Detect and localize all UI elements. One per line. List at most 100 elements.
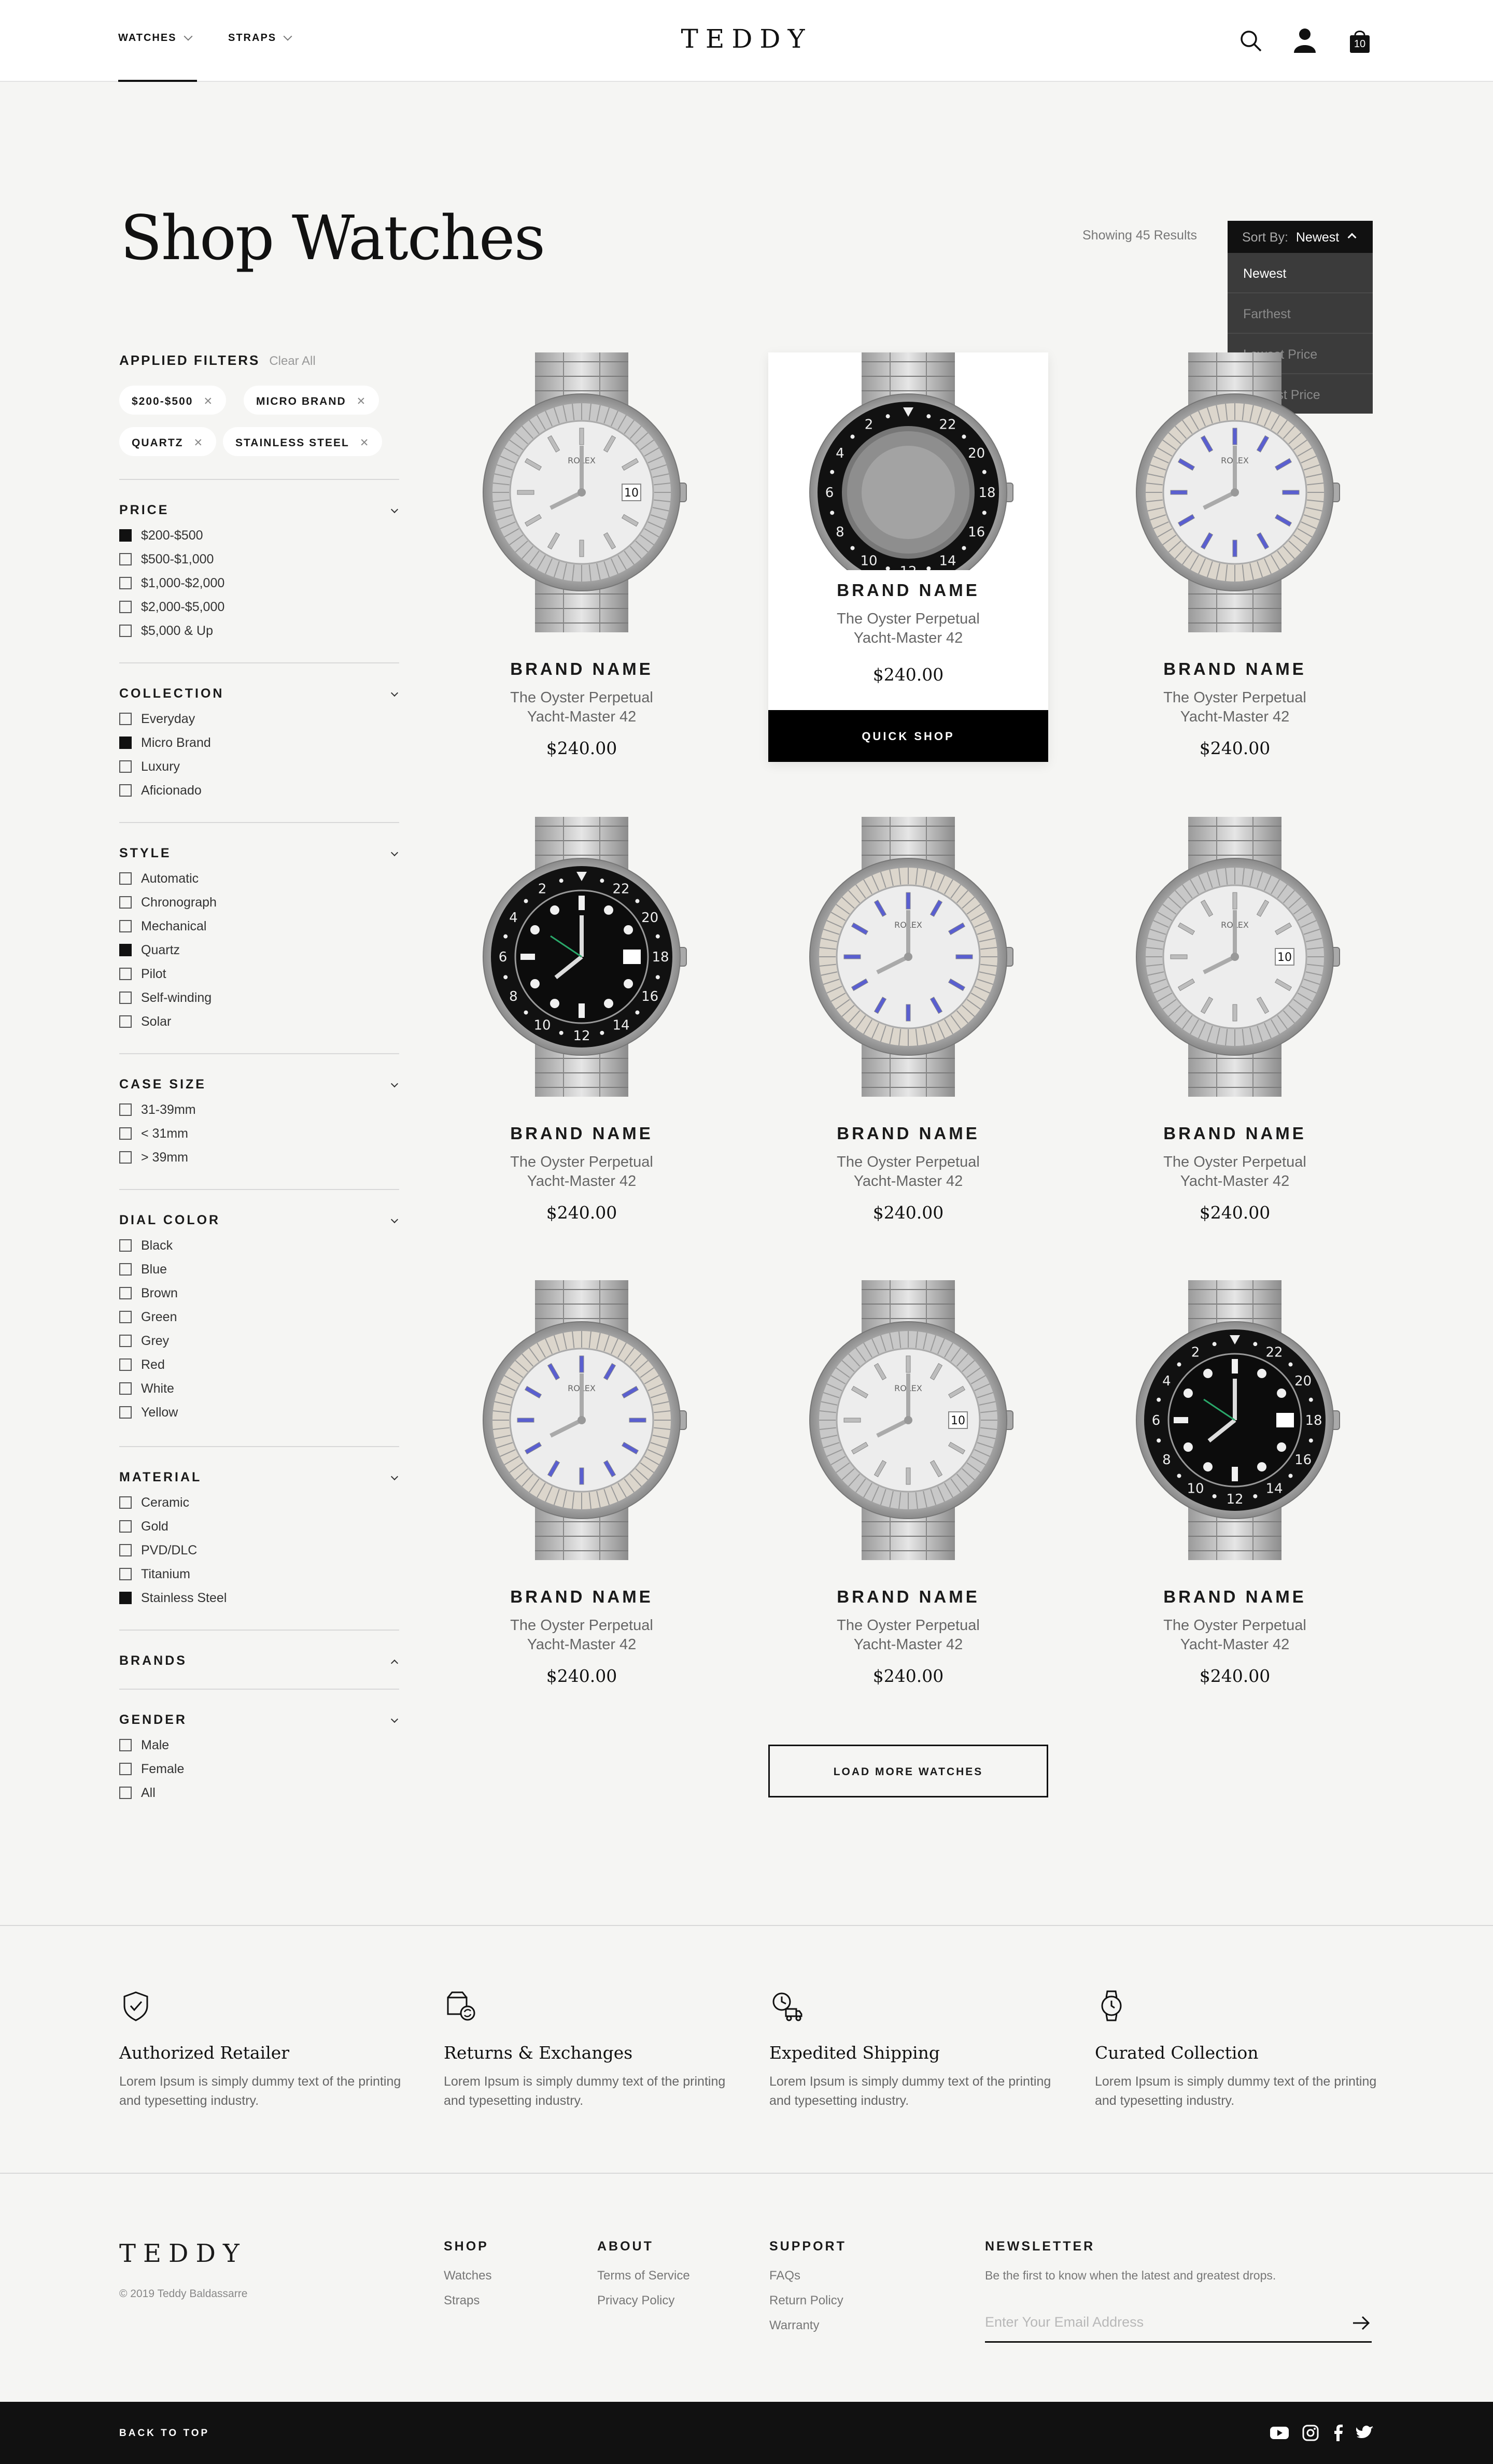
checkbox[interactable] — [119, 713, 132, 725]
checkbox[interactable] — [119, 601, 132, 613]
checkbox[interactable] — [119, 1568, 132, 1580]
checkbox[interactable] — [119, 1239, 132, 1252]
watch-image[interactable]: 22 20 18 16 14 12 10 8 6 4 2 — [1126, 1280, 1344, 1560]
checkbox[interactable] — [119, 1103, 132, 1116]
filter-chip[interactable]: MICRO BRAND ✕ — [244, 386, 379, 415]
sort-dropdown[interactable]: Sort By: Newest — [1228, 221, 1373, 253]
checkbox[interactable] — [119, 872, 132, 885]
checkbox[interactable] — [119, 944, 132, 956]
checkbox[interactable] — [119, 968, 132, 980]
watch-image[interactable]: 10ROLEX — [799, 1280, 1017, 1560]
footer-logo[interactable]: TEDDY — [119, 2239, 247, 2268]
product-card[interactable]: 22 20 18 16 14 12 10 8 6 4 2 BRAND NAME The Oyster P… — [442, 817, 722, 1226]
checkbox[interactable] — [119, 1739, 132, 1751]
product-card[interactable]: 22 20 18 16 14 12 10 8 6 4 2 BRAND NAME The Oyster P… — [768, 352, 1048, 762]
watch-image[interactable]: 10ROLEX — [473, 352, 691, 632]
filter-option[interactable]: Solar — [119, 1010, 399, 1033]
filter-option[interactable]: Chronograph — [119, 890, 399, 914]
clear-all-link[interactable]: Clear All — [269, 354, 315, 368]
checkbox[interactable] — [119, 920, 132, 932]
checkbox[interactable] — [119, 1763, 132, 1775]
filter-chip[interactable]: STAINLESS STEEL ✕ — [223, 427, 383, 456]
sort-option-newest[interactable]: Newest — [1228, 253, 1373, 293]
filter-option[interactable]: Mechanical — [119, 914, 399, 938]
checkbox[interactable] — [119, 1335, 132, 1347]
twitter-icon[interactable] — [1355, 2423, 1376, 2443]
filter-option[interactable]: Pilot — [119, 962, 399, 986]
filter-section-title[interactable]: COLLECTION — [119, 686, 399, 707]
product-card[interactable]: ROLEX BRAND NAME The Oyster Perpetual Yacht… — [768, 817, 1048, 1226]
checkbox[interactable] — [119, 1311, 132, 1323]
checkbox[interactable] — [119, 1787, 132, 1799]
footer-link[interactable]: Watches — [444, 2269, 491, 2293]
facebook-icon[interactable] — [1328, 2423, 1349, 2443]
watch-image[interactable]: 22 20 18 16 14 12 10 8 6 4 2 — [473, 817, 691, 1097]
product-card[interactable]: 22 20 18 16 14 12 10 8 6 4 2 BRAND NAME The Oyster P… — [1095, 1280, 1375, 1690]
back-to-top-link[interactable]: BACK TO TOP — [119, 2428, 209, 2439]
checkbox[interactable] — [119, 992, 132, 1004]
search-icon[interactable] — [1239, 29, 1263, 53]
footer-link[interactable]: Return Policy — [769, 2293, 847, 2318]
footer-link[interactable]: Straps — [444, 2293, 491, 2318]
filter-section-title[interactable]: GENDER — [119, 1712, 399, 1733]
youtube-icon[interactable] — [1269, 2423, 1290, 2443]
footer-link[interactable]: Terms of Service — [597, 2269, 690, 2293]
watch-image[interactable]: 10ROLEX — [1126, 817, 1344, 1097]
filter-option[interactable]: $2,000-$5,000 — [119, 595, 399, 619]
filter-option[interactable]: $500-$1,000 — [119, 547, 399, 571]
filter-section-title[interactable]: PRICE — [119, 503, 399, 523]
checkbox[interactable] — [119, 553, 132, 565]
checkbox[interactable] — [119, 1382, 132, 1395]
checkbox[interactable] — [119, 625, 132, 637]
filter-option[interactable]: Green — [119, 1305, 399, 1329]
checkbox[interactable] — [119, 760, 132, 773]
checkbox[interactable] — [119, 577, 132, 589]
filter-option[interactable]: Self-winding — [119, 986, 399, 1010]
sort-option-farthest[interactable]: Farthest — [1228, 293, 1373, 334]
product-card[interactable]: ROLEX BRAND NAME The Oyster Perpetual Yacht… — [442, 1280, 722, 1690]
footer-link[interactable]: Warranty — [769, 2318, 847, 2343]
product-card[interactable]: 10ROLEX BRAND NAME The Oyster Perpetual Yac… — [768, 1280, 1048, 1690]
filter-option[interactable]: Red — [119, 1353, 399, 1377]
checkbox[interactable] — [119, 1496, 132, 1509]
filter-option[interactable]: PVD/DLC — [119, 1538, 399, 1562]
checkbox[interactable] — [119, 1406, 132, 1419]
footer-link[interactable]: Privacy Policy — [597, 2293, 690, 2318]
watch-image[interactable]: ROLEX — [1126, 352, 1344, 632]
quick-shop-button[interactable]: QUICK SHOP — [768, 710, 1048, 762]
filter-option[interactable]: White — [119, 1377, 399, 1400]
filter-chip[interactable]: QUARTZ ✕ — [119, 427, 217, 456]
footer-link[interactable]: FAQs — [769, 2269, 847, 2293]
checkbox[interactable] — [119, 784, 132, 797]
filter-option[interactable]: Micro Brand — [119, 731, 399, 755]
product-card[interactable]: 10ROLEX BRAND NAME The Oyster Perpetual Yac… — [1095, 817, 1375, 1226]
filter-option[interactable]: > 39mm — [119, 1145, 399, 1169]
checkbox[interactable] — [119, 1358, 132, 1371]
filter-option[interactable]: Female — [119, 1757, 399, 1781]
filter-section-title[interactable]: BRANDS — [119, 1653, 399, 1674]
checkbox[interactable] — [119, 737, 132, 749]
checkbox[interactable] — [119, 1127, 132, 1140]
checkbox[interactable] — [119, 1592, 132, 1604]
filter-option[interactable]: Automatic — [119, 867, 399, 890]
close-icon[interactable]: ✕ — [203, 395, 214, 407]
product-card[interactable]: ROLEX BRAND NAME The Oyster Perpetual Yacht… — [1095, 352, 1375, 762]
checkbox[interactable] — [119, 1015, 132, 1028]
watch-image[interactable]: ROLEX — [799, 817, 1017, 1097]
filter-option[interactable]: All — [119, 1781, 399, 1805]
filter-option[interactable]: Quartz — [119, 938, 399, 962]
checkbox[interactable] — [119, 1151, 132, 1164]
close-icon[interactable]: ✕ — [194, 437, 204, 449]
filter-section-title[interactable]: CASE SIZE — [119, 1077, 399, 1098]
email-field[interactable] — [985, 2306, 1337, 2338]
filter-option[interactable]: Brown — [119, 1281, 399, 1305]
checkbox[interactable] — [119, 529, 132, 542]
filter-option[interactable]: Grey — [119, 1329, 399, 1353]
filter-section-title[interactable]: STYLE — [119, 846, 399, 867]
filter-option[interactable]: Male — [119, 1733, 399, 1757]
filter-option[interactable]: $1,000-$2,000 — [119, 571, 399, 595]
filter-option[interactable]: $200-$500 — [119, 523, 399, 547]
checkbox[interactable] — [119, 1544, 132, 1556]
checkbox[interactable] — [119, 896, 132, 909]
filter-option[interactable]: Everyday — [119, 707, 399, 731]
